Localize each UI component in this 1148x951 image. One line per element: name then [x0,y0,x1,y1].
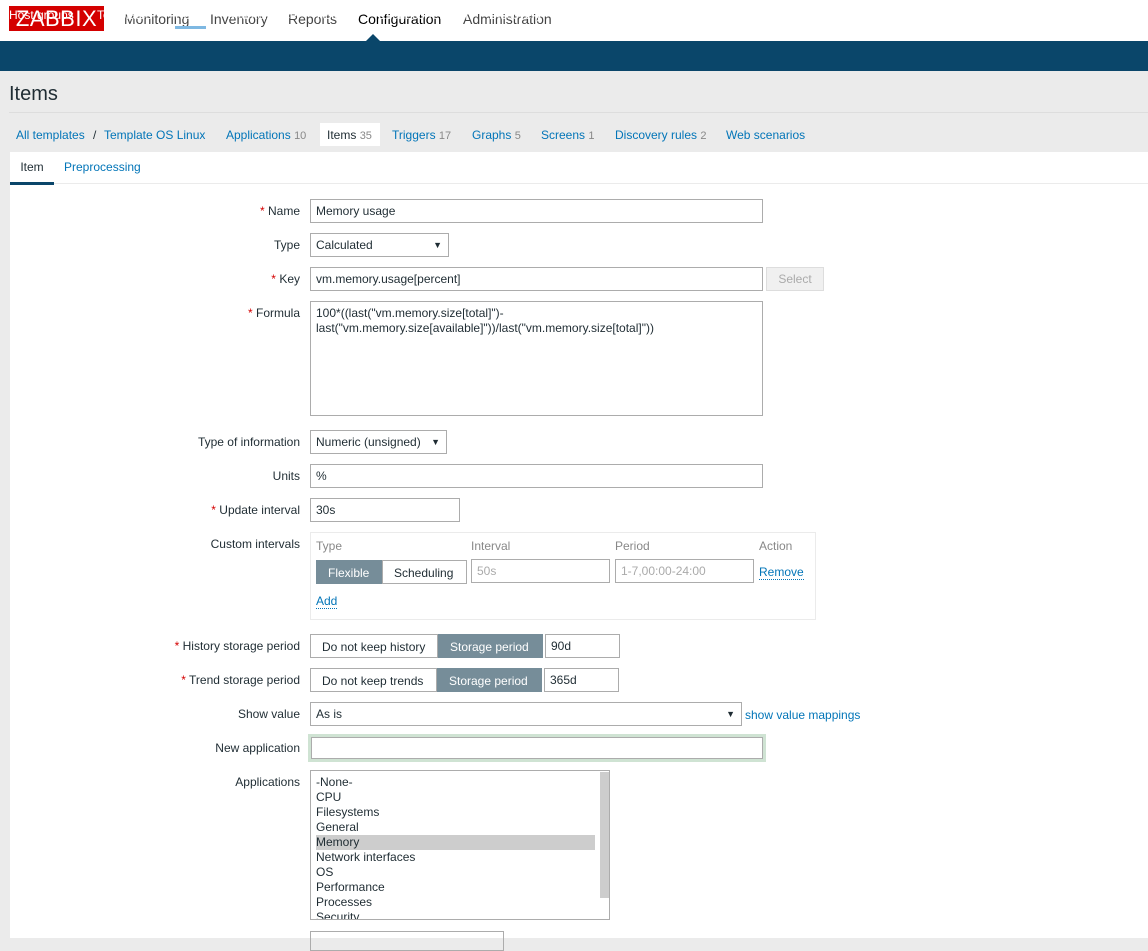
link-label: Applications [226,128,291,142]
app-option[interactable]: Filesystems [316,805,379,820]
link-label: Items [327,128,357,142]
trend-storage-period-toggle[interactable]: Storage period [437,668,542,692]
update-interval-label: * Update interval [211,503,300,517]
link-graphs[interactable]: Graphs 5 [472,128,521,142]
breadcrumb-separator: / [93,128,97,142]
history-input[interactable]: 90d [545,634,620,658]
dropdown-arrow-icon: ▼ [431,437,440,447]
link-label: Graphs [472,128,512,142]
breadcrumb-template[interactable]: Template OS Linux [104,128,205,142]
tab-item[interactable]: Item [10,160,54,185]
active-menu-caret [366,34,380,41]
count: 5 [514,130,521,142]
do-not-keep-trends-toggle[interactable]: Do not keep trends [310,668,437,692]
link-web-scenarios[interactable]: Web scenarios [726,128,805,142]
count: 1 [588,130,595,142]
count: 17 [438,130,452,142]
page-title: Items [9,83,58,105]
interval-input[interactable]: 50s [471,559,610,583]
link-applications[interactable]: Applications 10 [226,128,306,142]
subnav-services[interactable]: Services [562,8,608,22]
app-option[interactable]: Processes [316,895,372,910]
header-action: Action [759,539,793,553]
count: 2 [700,130,707,142]
select-button[interactable]: Select [766,267,824,291]
show-value-select[interactable]: As is ▼ [310,702,742,726]
breadcrumb-all-templates[interactable]: All templates [16,128,85,142]
link-label: Discovery rules [615,128,698,142]
header-type: Type [316,539,343,553]
units-label: Units [272,469,300,483]
applications-label: Applications [235,775,300,789]
app-option[interactable]: Security [316,910,359,919]
show-value-mappings-link[interactable]: show value mappings [745,708,860,722]
name-label: * Name [259,204,300,218]
do-not-keep-history-toggle[interactable]: Do not keep history [310,634,438,658]
units-input[interactable]: % [310,464,763,488]
dropdown-arrow-icon: ▼ [726,709,735,719]
link-items-active[interactable]: Items 35 [320,123,380,146]
app-option[interactable]: General [316,820,359,835]
history-label: * History storage period [174,639,300,653]
link-screens[interactable]: Screens 1 [541,128,595,142]
trend-input[interactable]: 365d [544,668,619,692]
dropdown-arrow-icon: ▼ [433,240,442,250]
remove-link[interactable]: Remove [759,565,804,580]
new-application-label: New application [215,741,300,755]
count: 10 [294,130,307,142]
subnav-actions[interactable]: Actions [317,8,356,22]
next-field-input[interactable] [310,931,504,951]
key-input[interactable]: vm.memory.usage[percent] [310,267,763,291]
custom-intervals-label: Custom intervals [210,537,300,551]
divider [9,112,1148,113]
add-link[interactable]: Add [316,594,338,609]
app-option[interactable]: -None- [316,775,353,790]
scheduling-toggle[interactable]: Scheduling [382,560,467,584]
update-interval-input[interactable]: 30s [310,498,460,522]
subnav-discovery[interactable]: Discovery [489,8,542,22]
type-label: Type [273,238,300,252]
history-storage-period-toggle[interactable]: Storage period [438,634,543,658]
link-label: Web scenarios [726,128,806,142]
link-discovery-rules[interactable]: Discovery rules 2 [615,128,707,142]
tab-divider [10,183,1148,184]
name-input[interactable]: Memory usage [310,199,763,223]
subnav-event-correlation[interactable]: Event correlation [378,8,468,22]
show-value-label: Show value [237,707,300,721]
trend-label: * Trend storage period [181,673,300,687]
app-option[interactable]: CPU [316,790,341,805]
type-of-information-select[interactable]: Numeric (unsigned) ▼ [310,430,447,454]
flexible-toggle[interactable]: Flexible [316,560,382,584]
type-select[interactable]: Calculated ▼ [310,233,449,257]
subnav-host-groups[interactable]: Host groups [9,8,74,22]
count: 35 [359,130,372,142]
app-option[interactable]: Performance [316,880,385,895]
app-option[interactable]: OS [316,865,333,880]
tab-preprocessing[interactable]: Preprocessing [64,160,141,174]
type-of-information-label: Type of information [197,435,300,449]
link-label: Screens [541,128,586,142]
sub-nav [0,41,1148,71]
link-label: Triggers [392,128,436,142]
header-period: Period [615,539,650,553]
subnav-templates[interactable]: Templates [97,8,152,22]
new-application-input[interactable] [308,734,766,762]
link-triggers[interactable]: Triggers 17 [392,128,451,142]
subnav-maintenance[interactable]: Maintenance [228,8,297,22]
period-input[interactable]: 1-7,00:00-24:00 [615,559,754,583]
scrollbar[interactable] [600,772,609,898]
app-option[interactable]: Network interfaces [316,850,415,865]
formula-textarea[interactable]: 100*((last("vm.memory.size[total]")- last… [310,301,763,416]
formula-label: * Formula [247,306,300,320]
subnav-hosts[interactable]: Hosts [175,8,206,29]
key-label: * Key [271,272,300,286]
header-interval: Interval [471,539,511,553]
app-option-selected[interactable]: Memory [316,835,359,850]
